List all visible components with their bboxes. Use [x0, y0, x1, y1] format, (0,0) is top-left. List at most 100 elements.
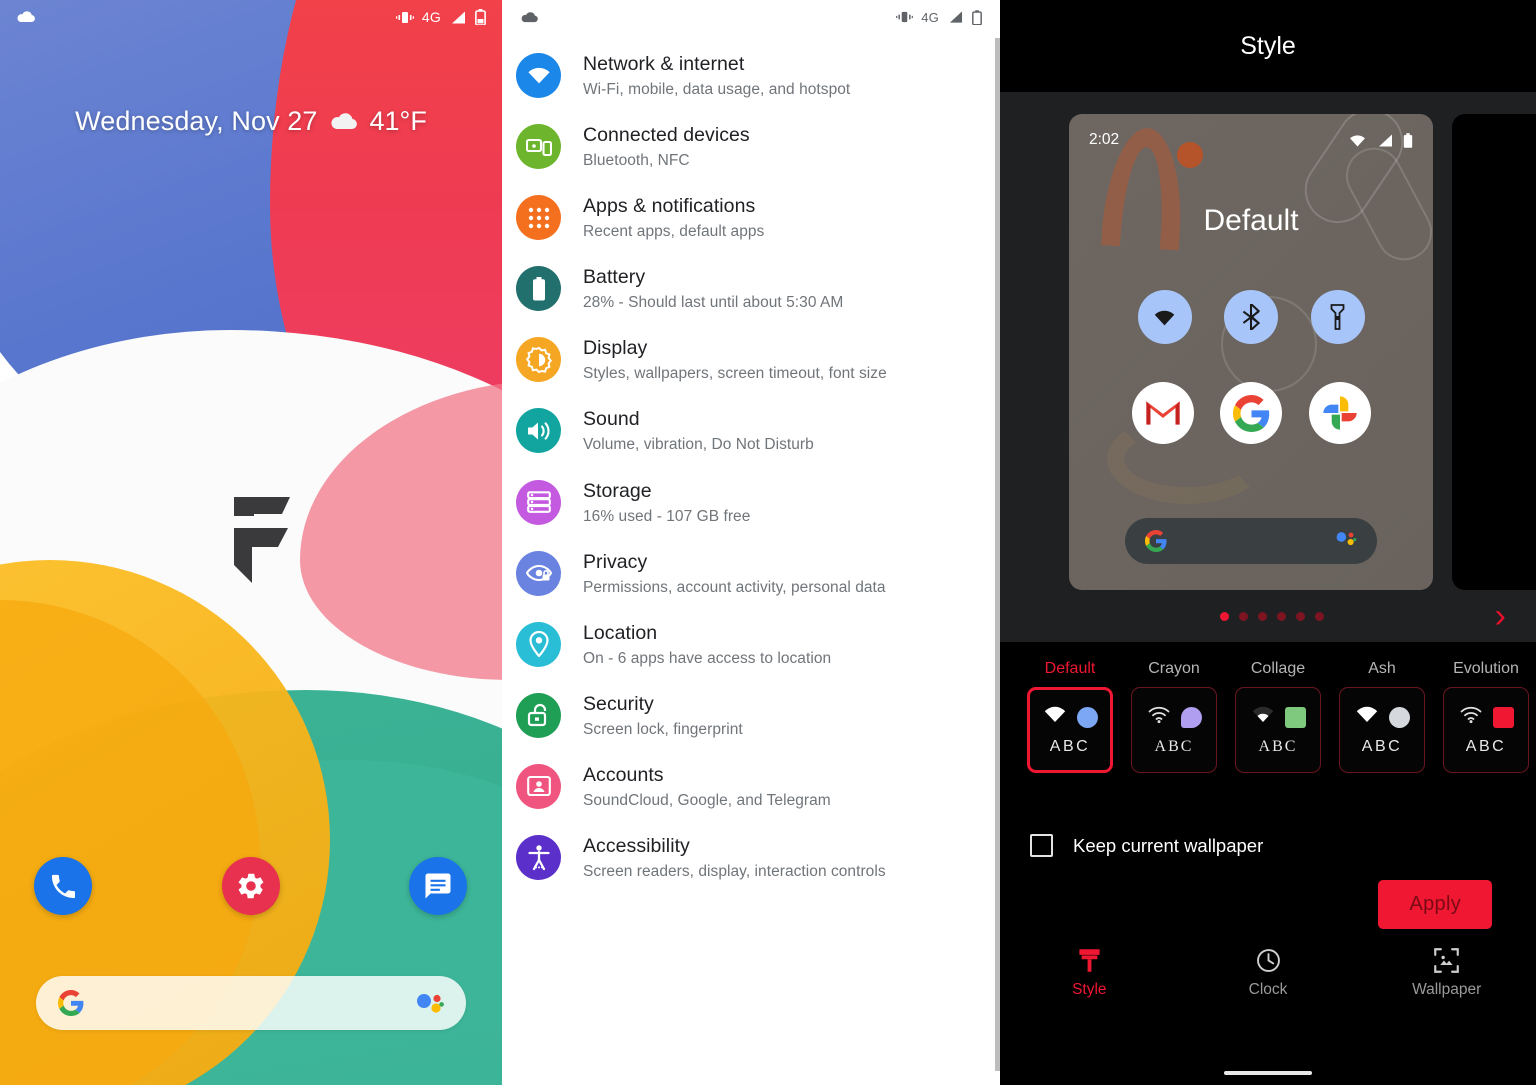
tab-wallpaper-label: Wallpaper — [1412, 981, 1482, 998]
style-chip-swatch[interactable]: ABC — [1443, 687, 1529, 773]
settings-row[interactable]: Sound Volume, vibration, Do Not Disturb — [502, 395, 1000, 466]
settings-row[interactable]: Battery 28% - Should last until about 5:3… — [502, 253, 1000, 324]
page-dot[interactable] — [1315, 611, 1324, 621]
flashlight-icon[interactable] — [1310, 290, 1365, 344]
page-title: Style — [1240, 31, 1296, 60]
gmail-icon[interactable] — [1131, 382, 1194, 444]
style-chip-swatch[interactable]: ABC — [1027, 687, 1113, 773]
tab-clock[interactable]: Clock — [1179, 947, 1358, 999]
style-chip-ash[interactable]: Ash ABC — [1330, 660, 1434, 773]
settings-row[interactable]: Accounts SoundCloud, Google, and Telegram — [502, 751, 1000, 822]
settings-row[interactable]: Security Screen lock, fingerprint — [502, 680, 1000, 751]
battery-icon — [475, 9, 486, 25]
google-icon[interactable] — [1220, 382, 1282, 444]
carousel-pager: › — [1000, 590, 1536, 642]
settings-row[interactable]: Accessibility Screen readers, display, in… — [502, 822, 1000, 893]
settings-row-title: Sound — [583, 408, 640, 431]
style-chip-swatch[interactable]: ABC — [1339, 687, 1425, 773]
page-dot[interactable] — [1296, 611, 1305, 621]
bluetooth-icon[interactable] — [1224, 290, 1278, 344]
phone-app-icon[interactable] — [34, 857, 92, 915]
date-label: Wednesday, Nov 27 — [75, 106, 318, 136]
accessibility-icon — [516, 835, 561, 881]
settings-row-title: Location — [583, 621, 658, 644]
location-pin-icon — [516, 621, 561, 667]
settings-row[interactable]: Network & internet Wi-Fi, mobile, data us… — [502, 40, 1000, 111]
battery-icon — [972, 9, 982, 25]
page-dots[interactable] — [1220, 611, 1324, 621]
style-chip-crayon[interactable]: Crayon ABC — [1122, 660, 1226, 773]
google-g-icon — [1145, 530, 1167, 552]
brightness-icon — [516, 337, 561, 383]
style-chip-swatch[interactable]: ABC — [1131, 687, 1217, 773]
privacy-eye-icon — [516, 550, 561, 596]
style-picker-panel: Style 2:02 Default › Default ABC Crayon … — [1000, 0, 1536, 1085]
settings-row[interactable]: Connected devices Bluetooth, NFC — [502, 111, 1000, 182]
settings-row[interactable]: Display Styles, wallpapers, screen timeou… — [502, 324, 1000, 395]
settings-row-subtitle: Styles, wallpapers, screen timeout, font… — [583, 365, 887, 383]
settings-row[interactable]: Location On - 6 apps have access to locat… — [502, 609, 1000, 680]
lock-open-icon — [516, 692, 561, 738]
wifi-icon — [1350, 134, 1365, 146]
clock-icon — [1256, 949, 1280, 972]
page-dot[interactable] — [1239, 611, 1248, 621]
google-assistant-icon[interactable] — [416, 992, 444, 1014]
style-chip-evolution[interactable]: Evolution ABC — [1434, 660, 1536, 773]
settings-app-icon[interactable] — [222, 857, 280, 915]
wifi-icon[interactable] — [1137, 290, 1192, 344]
settings-row[interactable]: Storage 16% used - 107 GB free — [502, 467, 1000, 538]
preview-style-name: Default — [1203, 204, 1299, 237]
settings-row-title: Accessibility — [583, 835, 690, 858]
home-status-bar: 4G — [0, 0, 502, 34]
page-dot[interactable] — [1220, 611, 1229, 621]
settings-row[interactable]: Apps & notifications Recent apps, default… — [502, 182, 1000, 253]
cloud-icon — [521, 11, 538, 22]
tab-clock-label: Clock — [1248, 981, 1288, 998]
messages-app-icon[interactable] — [409, 857, 467, 915]
style-preview-carousel[interactable]: 2:02 Default › — [1000, 92, 1536, 642]
signal-icon — [1379, 134, 1392, 146]
google-assistant-icon[interactable] — [1335, 530, 1357, 552]
preview-clock: 2:02 — [1089, 131, 1120, 148]
f-logo-icon — [234, 497, 290, 583]
style-chip-default[interactable]: Default ABC — [1018, 660, 1122, 773]
settings-row-subtitle: 16% used - 107 GB free — [583, 507, 751, 525]
apply-button[interactable]: Apply — [1378, 880, 1492, 929]
style-chip-collage[interactable]: Collage ABC — [1226, 660, 1330, 773]
wifi-icon — [1251, 706, 1275, 729]
devices-icon — [516, 124, 561, 170]
google-search-bar[interactable] — [36, 976, 466, 1030]
vibrate-icon — [896, 11, 914, 23]
brush-icon — [1079, 949, 1100, 972]
style-chip-swatch[interactable]: ABC — [1235, 687, 1321, 773]
settings-row-title: Display — [583, 337, 648, 360]
settings-row-title: Battery — [583, 266, 646, 289]
google-photos-icon[interactable] — [1308, 382, 1371, 444]
preview-app-icons — [1069, 382, 1433, 444]
style-chip-label: Default — [1044, 660, 1096, 677]
vibrate-icon — [395, 11, 414, 23]
google-g-icon — [58, 990, 84, 1016]
date-weather-widget[interactable]: Wednesday, Nov 27 41°F — [0, 106, 502, 137]
settings-panel: 4G Network & internet Wi-Fi, mobile, data… — [502, 0, 1000, 1085]
preview-quick-settings — [1069, 290, 1433, 344]
three-panel-screenshot: 4G Wednesday, Nov 27 41°F 4G Network & i… — [0, 0, 1536, 1085]
tab-style[interactable]: Style — [1000, 947, 1179, 999]
storage-icon — [516, 479, 561, 525]
style-preview-card-next[interactable] — [1452, 114, 1536, 590]
cloud-icon — [17, 11, 35, 22]
keep-wallpaper-checkbox[interactable] — [1030, 834, 1053, 857]
settings-list: Network & internet Wi-Fi, mobile, data us… — [502, 34, 1000, 893]
keep-wallpaper-row[interactable]: Keep current wallpaper — [1000, 812, 1536, 857]
style-chip-label: Crayon — [1148, 660, 1200, 677]
apps-grid-icon — [516, 195, 561, 241]
preview-search-bar[interactable] — [1125, 518, 1377, 564]
wifi-icon — [1043, 706, 1067, 729]
settings-row[interactable]: Privacy Permissions, account activity, pe… — [502, 538, 1000, 609]
page-dot[interactable] — [1277, 611, 1286, 621]
tab-wallpaper[interactable]: Wallpaper — [1357, 947, 1536, 999]
page-dot[interactable] — [1258, 611, 1267, 621]
settings-row-subtitle: Wi-Fi, mobile, data usage, and hotspot — [583, 80, 851, 98]
chevron-right-icon[interactable]: › — [1495, 599, 1506, 633]
style-preview-card[interactable]: 2:02 Default — [1069, 114, 1433, 590]
